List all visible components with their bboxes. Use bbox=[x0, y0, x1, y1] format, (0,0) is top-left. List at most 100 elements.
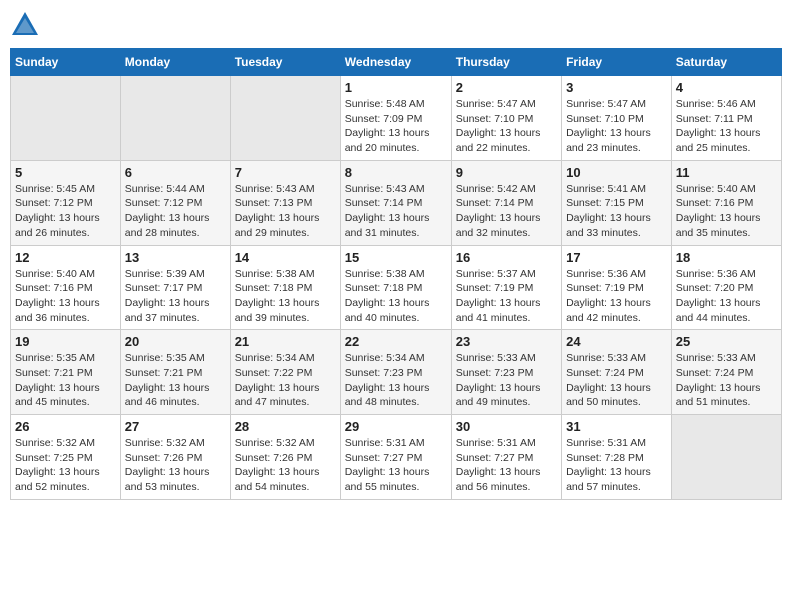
day-detail: Sunrise: 5:45 AM Sunset: 7:12 PM Dayligh… bbox=[15, 182, 116, 241]
calendar-cell: 1Sunrise: 5:48 AM Sunset: 7:09 PM Daylig… bbox=[340, 76, 451, 161]
day-number: 20 bbox=[125, 334, 226, 349]
day-number: 19 bbox=[15, 334, 116, 349]
day-detail: Sunrise: 5:39 AM Sunset: 7:17 PM Dayligh… bbox=[125, 267, 226, 326]
calendar-cell: 29Sunrise: 5:31 AM Sunset: 7:27 PM Dayli… bbox=[340, 415, 451, 500]
day-detail: Sunrise: 5:48 AM Sunset: 7:09 PM Dayligh… bbox=[345, 97, 447, 156]
day-number: 30 bbox=[456, 419, 557, 434]
calendar-cell: 17Sunrise: 5:36 AM Sunset: 7:19 PM Dayli… bbox=[562, 245, 672, 330]
day-number: 28 bbox=[235, 419, 336, 434]
calendar-cell: 15 Sunrise: 5:38 AM Sunset: 7:18 PM Dayli… bbox=[340, 245, 451, 330]
day-detail: Sunrise: 5:43 AM Sunset: 7:13 PM Dayligh… bbox=[235, 182, 336, 241]
day-number: 9 bbox=[456, 165, 557, 180]
day-detail: Sunrise: 5:34 AM Sunset: 7:23 PM Dayligh… bbox=[345, 351, 447, 410]
day-detail: Sunrise: 5:32 AM Sunset: 7:25 PM Dayligh… bbox=[15, 436, 116, 495]
weekday-header: Monday bbox=[120, 49, 230, 76]
calendar-cell: 5 Sunrise: 5:45 AM Sunset: 7:12 PM Daylig… bbox=[11, 160, 121, 245]
calendar-cell: 6 Sunrise: 5:44 AM Sunset: 7:12 PM Daylig… bbox=[120, 160, 230, 245]
day-detail: Sunrise: 5:43 AM Sunset: 7:14 PM Dayligh… bbox=[345, 182, 447, 241]
calendar-cell: 25 Sunrise: 5:33 AM Sunset: 7:24 PM Dayli… bbox=[671, 330, 781, 415]
day-number: 16 bbox=[456, 250, 557, 265]
logo-icon bbox=[10, 10, 40, 40]
calendar-cell: 3 Sunrise: 5:47 AM Sunset: 7:10 PM Daylig… bbox=[562, 76, 672, 161]
calendar-week-row: 26Sunrise: 5:32 AM Sunset: 7:25 PM Dayli… bbox=[11, 415, 782, 500]
day-detail: Sunrise: 5:36 AM Sunset: 7:19 PM Dayligh… bbox=[566, 267, 667, 326]
calendar-cell bbox=[230, 76, 340, 161]
calendar-cell: 18 Sunrise: 5:36 AM Sunset: 7:20 PM Dayli… bbox=[671, 245, 781, 330]
day-number: 23 bbox=[456, 334, 557, 349]
day-detail: Sunrise: 5:47 AM Sunset: 7:10 PM Dayligh… bbox=[456, 97, 557, 156]
calendar-cell: 13 Sunrise: 5:39 AM Sunset: 7:17 PM Dayli… bbox=[120, 245, 230, 330]
calendar-cell: 11 Sunrise: 5:40 AM Sunset: 7:16 PM Dayli… bbox=[671, 160, 781, 245]
weekday-header: Saturday bbox=[671, 49, 781, 76]
day-number: 15 bbox=[345, 250, 447, 265]
weekday-header: Tuesday bbox=[230, 49, 340, 76]
day-number: 25 bbox=[676, 334, 777, 349]
day-detail: Sunrise: 5:41 AM Sunset: 7:15 PM Dayligh… bbox=[566, 182, 667, 241]
day-number: 6 bbox=[125, 165, 226, 180]
calendar-week-row: 12Sunrise: 5:40 AM Sunset: 7:16 PM Dayli… bbox=[11, 245, 782, 330]
day-detail: Sunrise: 5:44 AM Sunset: 7:12 PM Dayligh… bbox=[125, 182, 226, 241]
day-number: 13 bbox=[125, 250, 226, 265]
day-detail: Sunrise: 5:32 AM Sunset: 7:26 PM Dayligh… bbox=[125, 436, 226, 495]
calendar-cell bbox=[120, 76, 230, 161]
day-number: 11 bbox=[676, 165, 777, 180]
day-number: 3 bbox=[566, 80, 667, 95]
calendar-cell: 22 Sunrise: 5:34 AM Sunset: 7:23 PM Dayli… bbox=[340, 330, 451, 415]
calendar-cell: 8 Sunrise: 5:43 AM Sunset: 7:14 PM Daylig… bbox=[340, 160, 451, 245]
day-detail: Sunrise: 5:47 AM Sunset: 7:10 PM Dayligh… bbox=[566, 97, 667, 156]
calendar-cell: 28 Sunrise: 5:32 AM Sunset: 7:26 PM Dayli… bbox=[230, 415, 340, 500]
logo bbox=[10, 10, 44, 40]
weekday-header: Wednesday bbox=[340, 49, 451, 76]
day-number: 27 bbox=[125, 419, 226, 434]
day-detail: Sunrise: 5:33 AM Sunset: 7:23 PM Dayligh… bbox=[456, 351, 557, 410]
day-number: 22 bbox=[345, 334, 447, 349]
day-detail: Sunrise: 5:37 AM Sunset: 7:19 PM Dayligh… bbox=[456, 267, 557, 326]
day-number: 12 bbox=[15, 250, 116, 265]
calendar-cell: 7 Sunrise: 5:43 AM Sunset: 7:13 PM Daylig… bbox=[230, 160, 340, 245]
calendar-cell: 27 Sunrise: 5:32 AM Sunset: 7:26 PM Dayli… bbox=[120, 415, 230, 500]
day-detail: Sunrise: 5:35 AM Sunset: 7:21 PM Dayligh… bbox=[125, 351, 226, 410]
day-number: 10 bbox=[566, 165, 667, 180]
day-detail: Sunrise: 5:46 AM Sunset: 7:11 PM Dayligh… bbox=[676, 97, 777, 156]
day-number: 18 bbox=[676, 250, 777, 265]
weekday-header: Thursday bbox=[451, 49, 561, 76]
calendar-cell: 23 Sunrise: 5:33 AM Sunset: 7:23 PM Dayli… bbox=[451, 330, 561, 415]
weekday-header: Friday bbox=[562, 49, 672, 76]
day-detail: Sunrise: 5:31 AM Sunset: 7:27 PM Dayligh… bbox=[456, 436, 557, 495]
calendar-week-row: 5 Sunrise: 5:45 AM Sunset: 7:12 PM Daylig… bbox=[11, 160, 782, 245]
day-detail: Sunrise: 5:32 AM Sunset: 7:26 PM Dayligh… bbox=[235, 436, 336, 495]
day-number: 14 bbox=[235, 250, 336, 265]
day-detail: Sunrise: 5:40 AM Sunset: 7:16 PM Dayligh… bbox=[676, 182, 777, 241]
day-number: 8 bbox=[345, 165, 447, 180]
calendar-table: SundayMondayTuesdayWednesdayThursdayFrid… bbox=[10, 48, 782, 500]
page-header bbox=[10, 10, 782, 40]
calendar-cell: 24Sunrise: 5:33 AM Sunset: 7:24 PM Dayli… bbox=[562, 330, 672, 415]
day-detail: Sunrise: 5:42 AM Sunset: 7:14 PM Dayligh… bbox=[456, 182, 557, 241]
calendar-cell: 10 Sunrise: 5:41 AM Sunset: 7:15 PM Dayli… bbox=[562, 160, 672, 245]
day-detail: Sunrise: 5:38 AM Sunset: 7:18 PM Dayligh… bbox=[235, 267, 336, 326]
day-number: 7 bbox=[235, 165, 336, 180]
day-number: 2 bbox=[456, 80, 557, 95]
day-detail: Sunrise: 5:36 AM Sunset: 7:20 PM Dayligh… bbox=[676, 267, 777, 326]
calendar-cell: 20 Sunrise: 5:35 AM Sunset: 7:21 PM Dayli… bbox=[120, 330, 230, 415]
day-number: 5 bbox=[15, 165, 116, 180]
calendar-cell: 4 Sunrise: 5:46 AM Sunset: 7:11 PM Daylig… bbox=[671, 76, 781, 161]
day-number: 21 bbox=[235, 334, 336, 349]
calendar-cell: 2 Sunrise: 5:47 AM Sunset: 7:10 PM Daylig… bbox=[451, 76, 561, 161]
day-number: 4 bbox=[676, 80, 777, 95]
day-number: 31 bbox=[566, 419, 667, 434]
calendar-cell: 30 Sunrise: 5:31 AM Sunset: 7:27 PM Dayli… bbox=[451, 415, 561, 500]
day-detail: Sunrise: 5:38 AM Sunset: 7:18 PM Dayligh… bbox=[345, 267, 447, 326]
day-detail: Sunrise: 5:31 AM Sunset: 7:28 PM Dayligh… bbox=[566, 436, 667, 495]
day-detail: Sunrise: 5:33 AM Sunset: 7:24 PM Dayligh… bbox=[566, 351, 667, 410]
calendar-cell: 16 Sunrise: 5:37 AM Sunset: 7:19 PM Dayli… bbox=[451, 245, 561, 330]
calendar-cell bbox=[671, 415, 781, 500]
calendar-week-row: 1Sunrise: 5:48 AM Sunset: 7:09 PM Daylig… bbox=[11, 76, 782, 161]
day-detail: Sunrise: 5:31 AM Sunset: 7:27 PM Dayligh… bbox=[345, 436, 447, 495]
calendar-week-row: 19 Sunrise: 5:35 AM Sunset: 7:21 PM Dayli… bbox=[11, 330, 782, 415]
day-detail: Sunrise: 5:34 AM Sunset: 7:22 PM Dayligh… bbox=[235, 351, 336, 410]
day-detail: Sunrise: 5:33 AM Sunset: 7:24 PM Dayligh… bbox=[676, 351, 777, 410]
weekday-header-row: SundayMondayTuesdayWednesdayThursdayFrid… bbox=[11, 49, 782, 76]
calendar-cell: 19Sunrise: 5:35 AM Sunset: 7:21 PM Dayli… bbox=[11, 330, 121, 415]
calendar-cell: 31 Sunrise: 5:31 AM Sunset: 7:28 PM Dayli… bbox=[562, 415, 672, 500]
